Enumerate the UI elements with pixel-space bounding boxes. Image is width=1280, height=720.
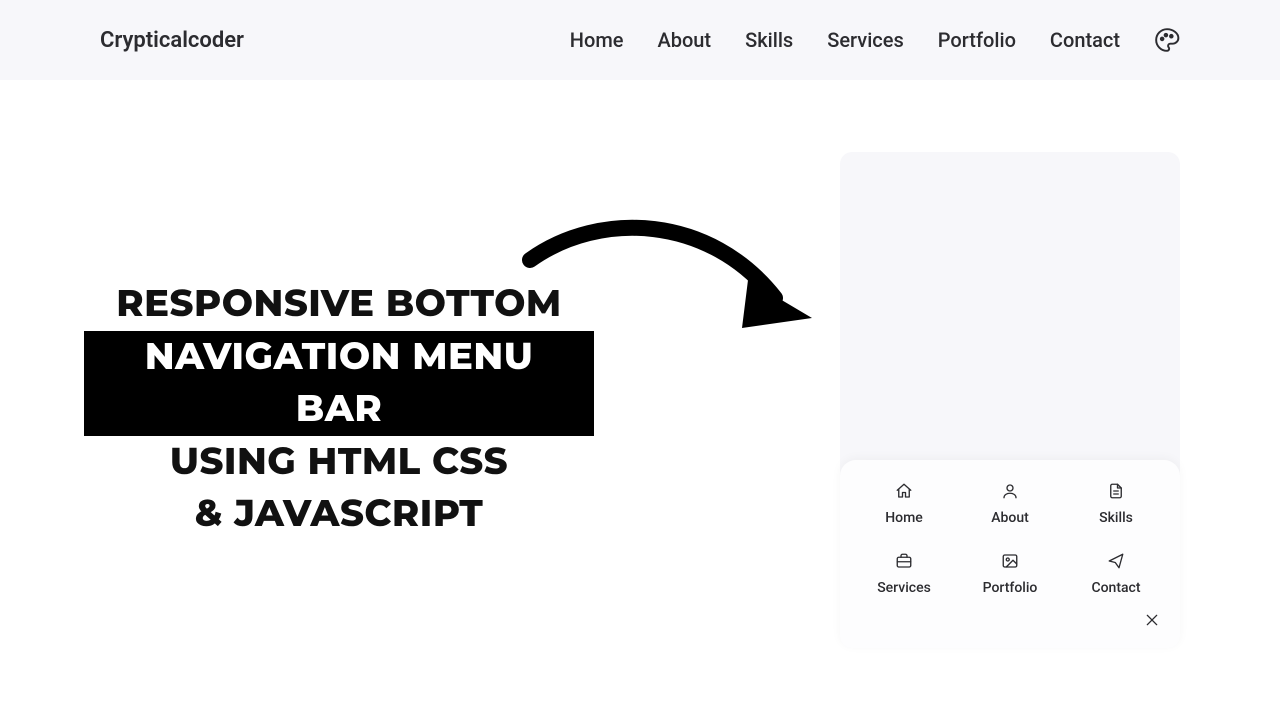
home-icon bbox=[895, 482, 913, 504]
top-nav: Home About Skills Services Portfolio Con… bbox=[570, 27, 1180, 53]
image-icon bbox=[1001, 552, 1019, 574]
title-line-4: & JAVASCRIPT bbox=[84, 488, 594, 541]
bottom-nav-label: Services bbox=[877, 580, 931, 596]
bottom-nav-label: About bbox=[991, 510, 1029, 526]
bottom-nav-label: Home bbox=[885, 510, 923, 526]
hero-title: RESPONSIVE BOTTOM NAVIGATION MENU BAR US… bbox=[84, 278, 594, 541]
bottom-nav-about[interactable]: About bbox=[962, 482, 1058, 526]
user-icon bbox=[1001, 482, 1019, 504]
bottom-nav-grid: Home About Skills bbox=[856, 482, 1164, 596]
bottom-nav-skills[interactable]: Skills bbox=[1068, 482, 1164, 526]
arrow-icon bbox=[520, 210, 830, 350]
send-icon bbox=[1107, 552, 1125, 574]
header: Crypticalcoder Home About Skills Service… bbox=[0, 0, 1280, 80]
nav-contact[interactable]: Contact bbox=[1050, 28, 1120, 52]
bottom-nav-label: Contact bbox=[1091, 580, 1140, 596]
nav-about[interactable]: About bbox=[657, 28, 711, 52]
bottom-nav-home[interactable]: Home bbox=[856, 482, 952, 526]
title-line-1: RESPONSIVE BOTTOM bbox=[84, 278, 594, 331]
nav-portfolio[interactable]: Portfolio bbox=[938, 28, 1016, 52]
mobile-preview: Home About Skills bbox=[840, 152, 1180, 648]
bottom-nav-portfolio[interactable]: Portfolio bbox=[962, 552, 1058, 596]
logo[interactable]: Crypticalcoder bbox=[100, 28, 244, 53]
nav-skills[interactable]: Skills bbox=[745, 28, 793, 52]
bottom-nav-services[interactable]: Services bbox=[856, 552, 952, 596]
bottom-nav-label: Portfolio bbox=[983, 580, 1038, 596]
briefcase-icon bbox=[895, 552, 913, 574]
bottom-nav-contact[interactable]: Contact bbox=[1068, 552, 1164, 596]
bottom-nav-label: Skills bbox=[1099, 510, 1133, 526]
palette-icon[interactable] bbox=[1154, 27, 1180, 53]
bottom-nav-close-row bbox=[856, 608, 1164, 636]
bottom-nav: Home About Skills bbox=[840, 460, 1180, 648]
nav-services[interactable]: Services bbox=[827, 28, 904, 52]
title-line-2: NAVIGATION MENU BAR bbox=[84, 331, 594, 436]
close-icon[interactable] bbox=[1140, 608, 1164, 636]
title-line-3: USING HTML CSS bbox=[84, 436, 594, 489]
nav-home[interactable]: Home bbox=[570, 28, 624, 52]
file-icon bbox=[1107, 482, 1125, 504]
